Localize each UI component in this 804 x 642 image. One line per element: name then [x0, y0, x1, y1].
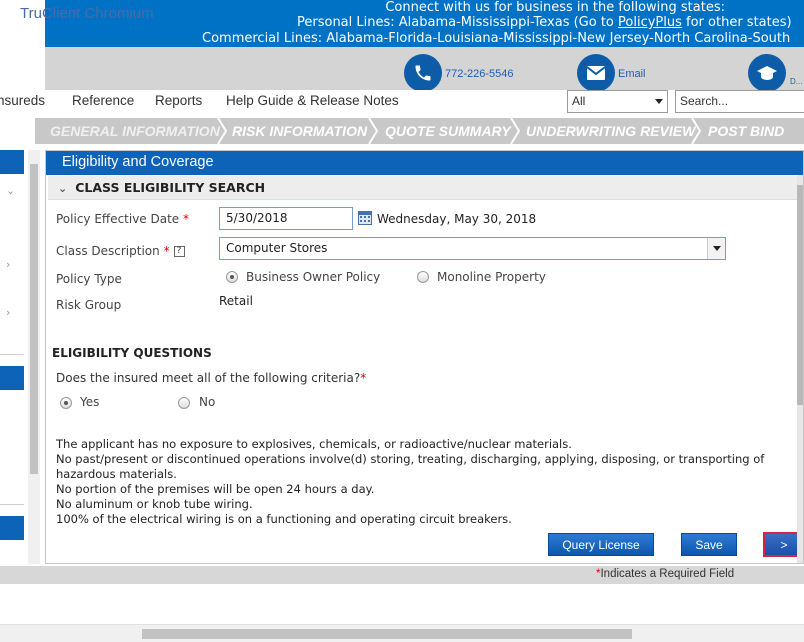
required-mark: * — [360, 371, 367, 385]
app-title: TruClient Chromium — [20, 5, 154, 22]
class-description-value: Computer Stores — [226, 241, 328, 255]
criteria-item: No aluminum or knob tube wiring. — [56, 497, 253, 511]
phone-icon[interactable] — [404, 54, 442, 92]
left-panel-section[interactable] — [0, 516, 24, 540]
chevron-down-icon[interactable]: ⌄ — [6, 184, 15, 197]
workflow-steps: GENERAL INFORMATION RISK INFORMATION QUO… — [35, 118, 804, 144]
eligibility-panel: Eligibility and Coverage ⌄ CLASS ELIGIBIL… — [45, 150, 804, 564]
eligibility-question: Does the insured meet all of the followi… — [56, 371, 366, 385]
chevron-down-icon[interactable]: ⌄ — [58, 182, 67, 195]
risk-group-value: Retail — [219, 294, 253, 308]
divider — [0, 354, 24, 355]
step-risk-information[interactable]: RISK INFORMATION — [232, 118, 367, 144]
banner-line-2: Personal Lines: Alabama-Mississippi-Texa… — [297, 15, 792, 31]
class-description-label: Class Description *? — [56, 244, 185, 258]
effective-date-label: Policy Effective Date * — [56, 212, 189, 226]
scrollbar-thumb[interactable] — [797, 185, 803, 405]
scrollbar-thumb[interactable] — [30, 164, 38, 474]
banner-line-2-suffix: for other states) — [681, 15, 792, 30]
step-separator-icon — [368, 118, 378, 144]
policy-type-label: Policy Type — [56, 272, 122, 286]
eligibility-no-radio[interactable] — [178, 397, 190, 409]
nav-item-reports[interactable]: Reports — [155, 93, 202, 108]
email-icon[interactable] — [577, 54, 615, 92]
left-side-panel: ⌄ › › — [0, 150, 40, 564]
criteria-item: No portion of the premises will be open … — [56, 482, 375, 496]
step-separator-icon — [691, 118, 701, 144]
states-banner: Connect with us for business in the foll… — [45, 0, 804, 47]
help-icon[interactable]: ? — [173, 246, 185, 257]
class-description-label-text: Class Description — [56, 244, 160, 258]
email-link[interactable]: Email — [618, 68, 646, 80]
policy-type-bop-radio[interactable] — [226, 271, 238, 283]
eligibility-criteria-list: The applicant has no exposure to explosi… — [56, 437, 781, 527]
criteria-item: No past/present or discontinued operatio… — [56, 452, 765, 481]
eligibility-no-label[interactable]: No — [199, 395, 215, 409]
step-general-information[interactable]: GENERAL INFORMATION — [50, 118, 220, 144]
policyplus-link[interactable]: PolicyPlus — [618, 15, 682, 30]
graduation-cap-icon[interactable] — [748, 54, 786, 92]
section-title: CLASS ELIGIBILITY SEARCH — [75, 180, 266, 195]
step-post-bind[interactable]: POST BIND — [708, 118, 784, 144]
risk-group-label: Risk Group — [56, 298, 122, 312]
eligibility-question-text: Does the insured meet all of the followi… — [56, 371, 361, 385]
criteria-item: The applicant has no exposure to explosi… — [56, 437, 572, 451]
search-filter-select[interactable]: All — [567, 90, 668, 113]
search-filter-value: All — [572, 94, 586, 108]
horizontal-scrollbar[interactable] — [0, 624, 804, 642]
effective-date-input[interactable]: 5/30/2018 — [219, 207, 353, 230]
panel-scrollbar[interactable] — [797, 175, 803, 563]
eligibility-yes-radio[interactable] — [60, 397, 72, 409]
effective-date-label-text: Policy Effective Date — [56, 212, 180, 226]
nav-item-help-guide[interactable]: Help Guide & Release Notes — [226, 93, 399, 108]
step-quote-summary[interactable]: QUOTE SUMMARY — [385, 118, 511, 144]
divider — [0, 504, 24, 505]
criteria-item: 100% of the electrical wiring is on a fu… — [56, 512, 512, 526]
banner-line-3: Commercial Lines: Alabama-Florida-Louisi… — [202, 31, 791, 46]
required-field-note-text: Indicates a Required Field — [600, 568, 735, 580]
required-mark: * — [183, 212, 190, 226]
phone-number[interactable]: 772-226-5546 — [445, 68, 514, 80]
eligibility-questions-title: ELIGIBILITY QUESTIONS — [52, 346, 212, 360]
policy-type-monoline-label[interactable]: Monoline Property — [437, 270, 546, 284]
banner-line-1: Connect with us for business in the foll… — [385, 0, 725, 15]
policy-type-bop-label[interactable]: Business Owner Policy — [246, 270, 380, 284]
calendar-icon[interactable] — [358, 211, 372, 225]
contact-bar: 772-226-5546 Email D... — [45, 47, 804, 92]
chevron-down-icon[interactable] — [707, 238, 725, 259]
class-description-select[interactable]: Computer Stores — [219, 237, 726, 260]
step-underwriting-review[interactable]: UNDERWRITING REVIEW — [526, 118, 695, 144]
banner-line-2-prefix: Personal Lines: Alabama-Mississippi-Texa… — [297, 15, 619, 30]
required-mark: * — [163, 244, 170, 258]
footer-bar: *Indicates a Required Field — [0, 566, 804, 584]
required-field-note: *Indicates a Required Field — [596, 568, 734, 580]
save-button[interactable]: Save — [681, 533, 737, 556]
query-license-button[interactable]: Query License — [548, 533, 654, 556]
eligibility-yes-label[interactable]: Yes — [80, 395, 99, 409]
chevron-right-icon[interactable]: › — [6, 306, 10, 319]
search-input[interactable]: Search... — [675, 90, 804, 113]
top-nav: nsureds Reference Reports Help Guide & R… — [0, 90, 804, 114]
step-separator-icon — [510, 118, 520, 144]
left-panel-section[interactable] — [0, 366, 24, 390]
nav-item-reference[interactable]: Reference — [72, 93, 134, 108]
left-panel-scrollbar[interactable] — [28, 150, 40, 564]
chevron-right-icon[interactable]: › — [6, 258, 10, 271]
effective-date-long: Wednesday, May 30, 2018 — [377, 212, 537, 226]
step-separator-icon — [217, 118, 227, 144]
left-panel-header — [0, 150, 24, 174]
chevron-down-icon — [655, 99, 663, 104]
training-link[interactable]: D... — [790, 77, 802, 86]
scrollbar-thumb[interactable] — [142, 629, 632, 639]
nav-item-insureds[interactable]: nsureds — [0, 93, 45, 108]
policy-type-monoline-radio[interactable] — [417, 271, 429, 283]
panel-title: Eligibility and Coverage — [46, 151, 803, 175]
class-eligibility-section-header[interactable]: ⌄ CLASS ELIGIBILITY SEARCH — [48, 176, 803, 200]
